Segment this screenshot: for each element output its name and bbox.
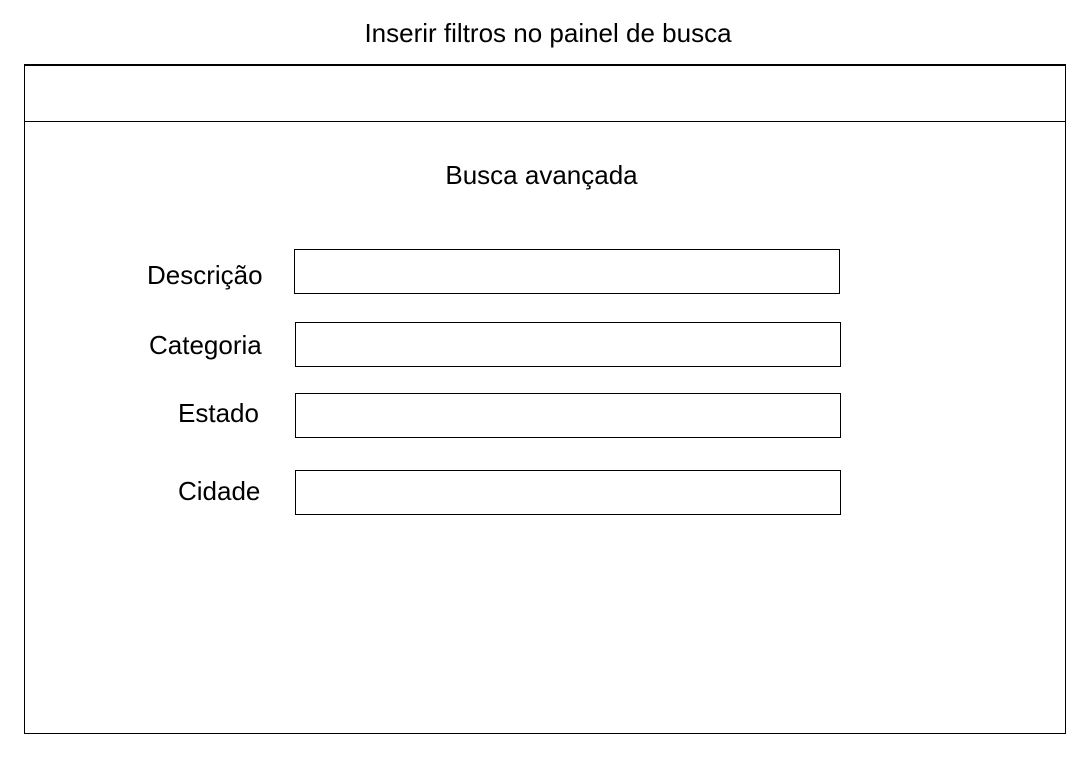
window-header-bar — [25, 66, 1065, 122]
categoria-label: Categoria — [149, 330, 262, 360]
cidade-label: Cidade — [178, 476, 261, 506]
descricao-label: Descrição — [147, 260, 263, 290]
categoria-input[interactable] — [295, 322, 841, 367]
estado-input[interactable] — [295, 393, 841, 438]
cidade-input[interactable] — [295, 470, 841, 515]
page-caption: Inserir filtros no painel de busca — [364, 18, 732, 48]
descricao-input[interactable] — [294, 249, 840, 294]
estado-label: Estado — [178, 398, 259, 428]
panel-title: Busca avançada — [445, 160, 638, 190]
search-window: Busca avançada Descrição Categoria Estad… — [24, 64, 1066, 734]
